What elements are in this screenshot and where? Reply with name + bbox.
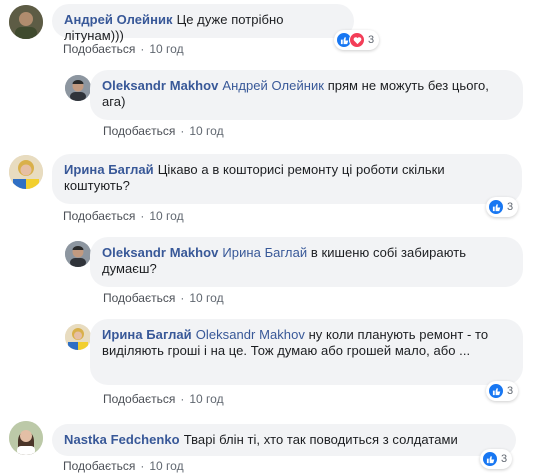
reactions-badge[interactable]: 3: [486, 197, 519, 217]
comment-actions: Подобається · 10 год: [63, 459, 184, 473]
timestamp[interactable]: 10 год: [149, 459, 183, 473]
comment-author[interactable]: Ирина Баглай: [102, 327, 192, 342]
comment-author[interactable]: Oleksandr Makhov: [102, 78, 218, 93]
timestamp[interactable]: 10 год: [149, 209, 183, 223]
mention-link[interactable]: Андрей Олейник: [222, 78, 324, 93]
reactions-badge[interactable]: 3: [334, 30, 380, 50]
avatar[interactable]: [65, 75, 91, 101]
like-button[interactable]: Подобається: [103, 124, 175, 138]
mention-link[interactable]: Oleksandr Makhov: [196, 327, 305, 342]
comment-bubble: Oleksandr Makhov Андрей Олейник прям не м…: [90, 70, 523, 120]
reaction-count: 3: [507, 201, 514, 213]
reactions-badge[interactable]: 3: [480, 449, 513, 469]
comment-actions: Подобається · 10 год: [63, 209, 184, 223]
love-icon: [349, 32, 365, 48]
like-button[interactable]: Подобається: [103, 291, 175, 305]
comment-text: Тварі блін ті, хто так поводиться з солд…: [183, 432, 458, 447]
comment-bubble: Ирина Баглай Oleksandr Makhov ну коли пла…: [90, 319, 523, 385]
comment-author[interactable]: Ирина Баглай: [64, 162, 154, 177]
like-icon: [482, 451, 498, 467]
like-icon: [488, 199, 504, 215]
comment-bubble: Андрей Олейник Це дуже потрібно літунам))…: [52, 4, 354, 43]
reaction-count: 3: [501, 453, 508, 465]
reaction-count: 3: [507, 385, 514, 397]
avatar[interactable]: [65, 324, 91, 350]
reaction-count: 3: [368, 34, 375, 46]
comment-bubble: Nastka Fedchenko Тварі блін ті, хто так п…: [52, 424, 516, 456]
timestamp[interactable]: 10 год: [189, 124, 223, 138]
comment-actions: Подобається · 10 год: [103, 291, 224, 305]
comment-author[interactable]: Nastka Fedchenko: [64, 432, 180, 447]
reactions-badge[interactable]: 3: [486, 381, 519, 401]
like-button[interactable]: Подобається: [63, 459, 135, 473]
like-button[interactable]: Подобається: [63, 42, 135, 56]
comment-bubble: Oleksandr Makhov Ирина Баглай в кишеню со…: [90, 237, 523, 287]
comment-actions: Подобається · 10 год: [63, 42, 184, 56]
comment-actions: Подобається · 10 год: [103, 392, 224, 406]
like-button[interactable]: Подобається: [103, 392, 175, 406]
avatar[interactable]: [9, 5, 43, 39]
comment-actions: Подобається · 10 год: [103, 124, 224, 138]
like-icon: [488, 383, 504, 399]
like-button[interactable]: Подобається: [63, 209, 135, 223]
avatar[interactable]: [65, 241, 91, 267]
comment-author[interactable]: Oleksandr Makhov: [102, 245, 218, 260]
mention-link[interactable]: Ирина Баглай: [222, 245, 307, 260]
comment-bubble: Ирина Баглай Цікаво а в кошторисі ремонту…: [52, 154, 522, 204]
timestamp[interactable]: 10 год: [189, 291, 223, 305]
comment-author[interactable]: Андрей Олейник: [64, 12, 173, 27]
timestamp[interactable]: 10 год: [149, 42, 183, 56]
avatar[interactable]: [9, 421, 43, 455]
timestamp[interactable]: 10 год: [189, 392, 223, 406]
avatar[interactable]: [9, 155, 43, 189]
